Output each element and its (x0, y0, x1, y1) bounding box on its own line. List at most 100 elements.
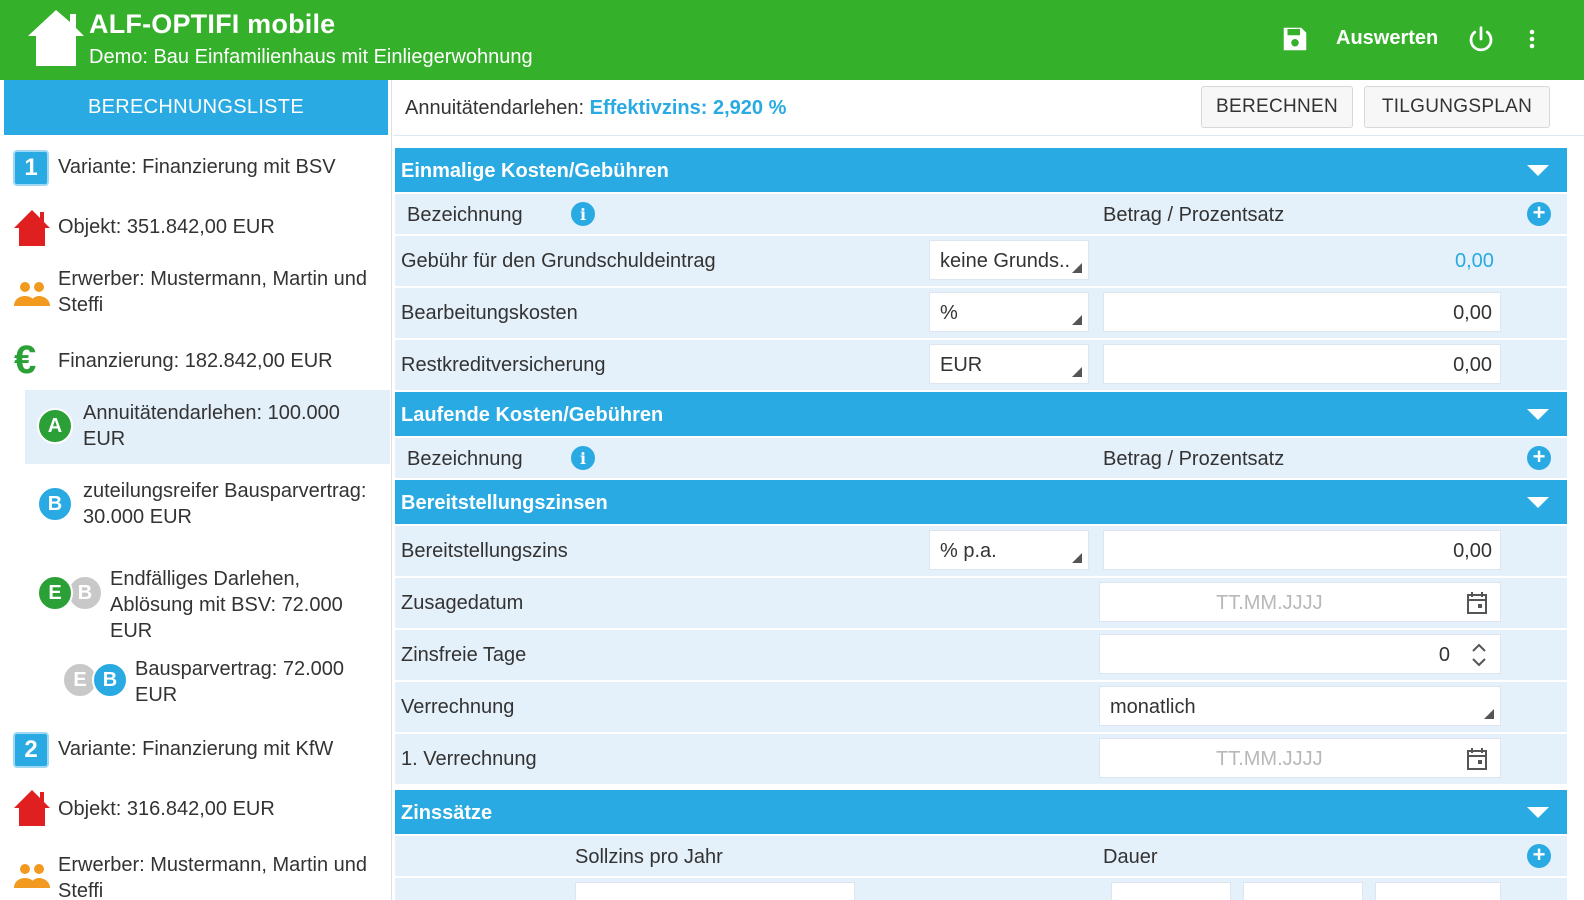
row-label: 1. Verrechnung (401, 748, 537, 770)
people-icon (14, 864, 50, 888)
collapse-caret-icon[interactable] (1527, 409, 1549, 420)
tab-berechnungsliste[interactable]: BERECHNUNGSLISTE (4, 80, 388, 135)
amount-input[interactable]: 0,00 (1103, 292, 1501, 332)
sidebar-item-label: Erwerber: Mustermann, Martin und Steffi (58, 854, 368, 900)
house-icon (14, 790, 50, 826)
sidebar-item-finanzierung-1[interactable]: € Finanzierung: 182.842,00 EUR (0, 332, 390, 388)
laufend-header-row: Bezeichnung i Betrag / Prozentsatz + (395, 438, 1567, 478)
more-vert-icon[interactable] (1520, 24, 1544, 54)
row-value: 0,00 (1455, 250, 1494, 272)
collapse-caret-icon[interactable] (1527, 497, 1549, 508)
loan-eb2-icon: B (92, 662, 128, 698)
info-icon[interactable]: i (571, 446, 595, 470)
sidebar-item-bausparvertrag-eb[interactable]: E B Bausparvertrag: 72.000 EUR (50, 652, 390, 718)
section-title: Laufende Kosten/Gebühren (401, 404, 664, 426)
sidebar-item-label: Bausparvertrag: 72.000 EUR (135, 658, 345, 706)
add-icon[interactable]: + (1527, 844, 1551, 868)
einmalig-row: Gebühr für den Grundschuldeintrag keine … (395, 236, 1567, 286)
row-label: Bereitstellungszins (401, 540, 568, 562)
dropdown-corner-icon (1072, 263, 1082, 273)
sidebar-item-annuitaetendarlehen[interactable]: A Annuitätendarlehen: 100.000 EUR (25, 390, 390, 464)
row-label: Bearbeitungskosten (401, 302, 578, 324)
app-bar: ALF-OPTIFI mobile Demo: Bau Einfamilienh… (0, 0, 1584, 80)
amount-input[interactable]: 0,00 (1103, 344, 1501, 384)
collapse-caret-icon[interactable] (1527, 165, 1549, 176)
einmalig-header-row: Bezeichnung i Betrag / Prozentsatz + (395, 194, 1567, 234)
sidebar-item-label: Endfälliges Darlehen, Ablösung mit BSV: … (110, 568, 343, 642)
dropdown-corner-icon (1484, 709, 1494, 719)
sollzins-input[interactable] (575, 882, 855, 900)
unit-select[interactable]: keine Grunds.. (929, 240, 1089, 280)
loan-b-icon: B (37, 486, 73, 522)
loan-form: Einmalige Kosten/Gebühren Bezeichnung i … (393, 136, 1584, 900)
sidebar-item-objekt-1[interactable]: Objekt: 351.842,00 EUR (0, 200, 390, 256)
dropdown-corner-icon (1072, 553, 1082, 563)
collapse-caret-icon[interactable] (1527, 807, 1549, 818)
section-einmalige-kosten[interactable]: Einmalige Kosten/Gebühren (395, 148, 1567, 192)
amount-input[interactable]: 0,00 (1103, 530, 1501, 570)
section-title: Einmalige Kosten/Gebühren (401, 160, 669, 182)
power-icon[interactable] (1466, 24, 1496, 54)
add-icon[interactable]: + (1527, 202, 1551, 226)
sidebar-item-label: Variante: Finanzierung mit BSV (58, 156, 336, 178)
tilgungsplan-button[interactable]: TILGUNGSPLAN (1364, 86, 1550, 128)
euro-icon: € (14, 338, 37, 382)
row-label: Gebühr für den Grundschuldeintrag (401, 250, 716, 272)
unit-select[interactable]: % p.a. (929, 530, 1089, 570)
house-icon (14, 210, 50, 246)
unit-select[interactable]: % (929, 292, 1089, 332)
sidebar-item-label: Finanzierung: 182.842,00 EUR (58, 350, 333, 372)
sidebar-item-objekt-2[interactable]: Objekt: 316.842,00 EUR (0, 780, 390, 836)
add-icon[interactable]: + (1527, 446, 1551, 470)
sidebar-item-label: Objekt: 351.842,00 EUR (58, 216, 275, 238)
section-title: Zinssätze (401, 802, 493, 824)
sidebar-item-label: Annuitätendarlehen: 100.000 EUR (83, 402, 340, 450)
berechnen-button[interactable]: BERECHNEN (1201, 86, 1353, 128)
erste-verrechnung-input[interactable]: TT.MM.JJJJ (1099, 738, 1501, 778)
loan-label: Annuitätendarlehen: (405, 97, 585, 119)
loan-eb-icon: E (37, 575, 73, 611)
row-label: Restkreditversicherung (401, 354, 606, 376)
einmalig-row: Restkreditversicherung EUR 0,00 (395, 340, 1567, 390)
variant-1-icon: 1 (13, 150, 49, 186)
row-label: Verrechnung (401, 696, 515, 718)
header-betrag: Betrag / Prozentsatz (1103, 448, 1285, 470)
sidebar-item-erwerber-2[interactable]: Erwerber: Mustermann, Martin und Steffi (0, 842, 390, 900)
dauer-extra-select[interactable] (1375, 882, 1501, 900)
stepper-icon[interactable] (1470, 641, 1488, 669)
zinsfreie-tage-stepper[interactable]: 0 (1099, 634, 1501, 674)
section-laufende-kosten[interactable]: Laufende Kosten/Gebühren (395, 392, 1567, 436)
row-label: Zinsfreie Tage (401, 644, 527, 666)
sidebar-item-erwerber-1[interactable]: Erwerber: Mustermann, Martin und Steffi (0, 262, 390, 324)
dauer-unit-select[interactable] (1243, 882, 1363, 900)
zusagedatum-input[interactable]: TT.MM.JJJJ (1099, 582, 1501, 622)
dropdown-corner-icon (1072, 367, 1082, 377)
zinsfreie-tage-row: Zinsfreie Tage 0 (395, 630, 1567, 680)
header-bezeichnung: Bezeichnung (407, 204, 523, 226)
section-bereitstellungszinsen[interactable]: Bereitstellungszinsen (395, 480, 1567, 524)
sidebar-item-bausparvertrag-b[interactable]: B zuteilungsreifer Bausparvertrag: 30.00… (25, 472, 390, 538)
home-icon[interactable] (26, 6, 86, 70)
zins-header-row: Sollzins pro Jahr Dauer + (395, 836, 1567, 876)
unit-select[interactable]: EUR (929, 344, 1089, 384)
calendar-icon[interactable] (1466, 747, 1488, 771)
save-icon[interactable] (1280, 24, 1310, 54)
header-betrag: Betrag / Prozentsatz (1103, 204, 1285, 226)
einmalig-row: Bearbeitungskosten % 0,00 (395, 288, 1567, 338)
people-icon (14, 282, 50, 306)
section-zinssaetze[interactable]: Zinssätze (395, 790, 1567, 834)
sidebar-item-variante-2[interactable]: 2 Variante: Finanzierung mit KfW (0, 722, 390, 778)
calendar-icon[interactable] (1466, 591, 1488, 615)
erste-verrechnung-row: 1. Verrechnung TT.MM.JJJJ (395, 734, 1567, 784)
sidebar-item-endfaelliges-darlehen[interactable]: B E Endfälliges Darlehen, Ablösung mit B… (25, 548, 390, 642)
auswerten-button[interactable]: Auswerten (1336, 27, 1438, 50)
bereitstellungszins-row: Bereitstellungszins % p.a. 0,00 (395, 526, 1567, 576)
verrechnung-select[interactable]: monatlich (1099, 686, 1501, 726)
row-label: Zusagedatum (401, 592, 524, 614)
sidebar-item-variante-1[interactable]: 1 Variante: Finanzierung mit BSV (0, 140, 390, 196)
loan-summary: Annuitätendarlehen: Effektivzins: 2,920 … (405, 97, 786, 120)
dauer-select[interactable] (1111, 882, 1231, 900)
info-icon[interactable]: i (571, 202, 595, 226)
sidebar-item-label: Variante: Finanzierung mit KfW (58, 738, 334, 760)
zusagedatum-row: Zusagedatum TT.MM.JJJJ (395, 578, 1567, 628)
